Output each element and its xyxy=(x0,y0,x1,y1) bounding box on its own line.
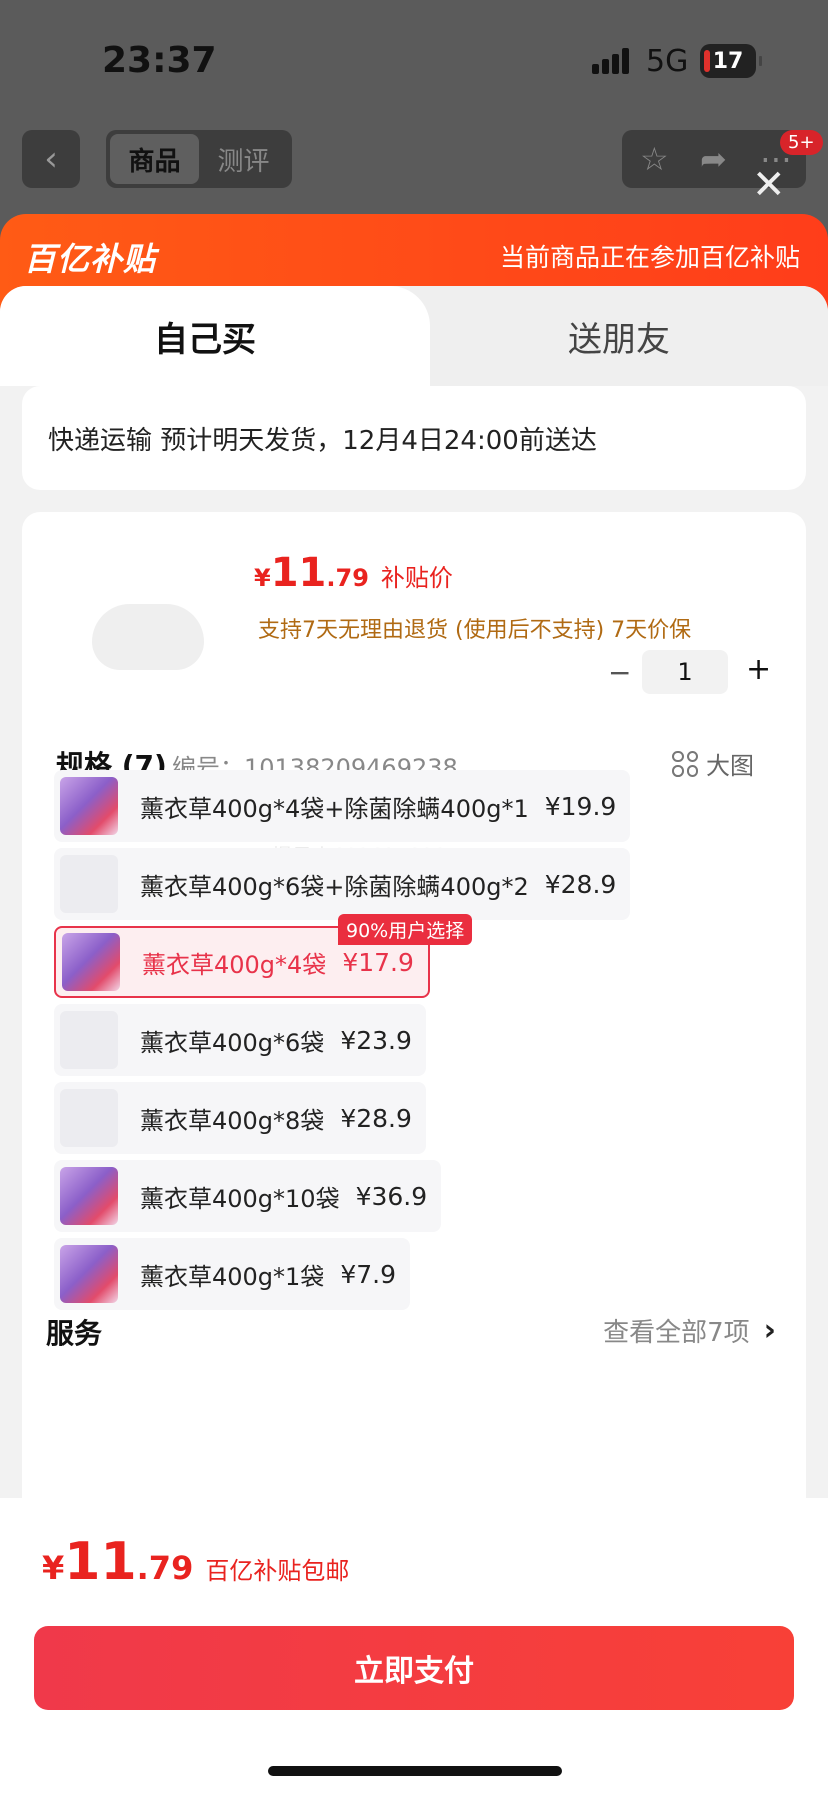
option-label: 薰衣草400g*1袋 xyxy=(140,1262,325,1291)
total-integer: 11 xyxy=(64,1532,137,1592)
service-label: 服务 xyxy=(46,1317,103,1350)
option-thumbnail xyxy=(60,1245,118,1303)
notification-badge: 5+ xyxy=(780,130,823,155)
option-price: ¥28.9 xyxy=(544,869,617,899)
chevron-left-icon: ‹ xyxy=(44,139,58,179)
signal-icon xyxy=(592,48,630,74)
star-icon[interactable]: ☆ xyxy=(640,140,669,178)
quantity-decrease-button[interactable]: − xyxy=(608,656,631,689)
big-view-button[interactable]: 大图 xyxy=(672,746,754,781)
option-price: ¥23.9 xyxy=(340,1025,412,1055)
option-price: ¥28.9 xyxy=(340,1103,412,1133)
return-policy: 支持7天无理由退货 (使用后不支持) 7天价保 xyxy=(258,618,692,643)
dimmed-header: 23:37 5G 17 ‹ 商品 测评 ☆ ➦ ⋯ 5+ xyxy=(0,0,828,240)
option-price: ¥36.9 xyxy=(355,1181,428,1211)
tab-review[interactable]: 测评 xyxy=(199,134,288,184)
share-icon[interactable]: ➦ xyxy=(700,140,727,178)
subsidy-note: 当前商品正在参加百亿补贴 xyxy=(499,243,800,272)
grid-icon xyxy=(672,750,698,777)
price-integer: 11 xyxy=(270,550,327,596)
big-view-label: 大图 xyxy=(706,752,754,780)
product-image-placeholder xyxy=(92,604,204,670)
option-thumbnail xyxy=(62,933,120,991)
price-currency: ¥ xyxy=(254,564,271,592)
service-view-all-label: 查看全部7项 xyxy=(603,1318,750,1348)
spec-option-selected[interactable]: 薰衣草400g*4袋 ¥17.9 90%用户选择 xyxy=(54,914,473,998)
tab-send-friend[interactable]: 送朋友 xyxy=(410,286,828,386)
price-decimal: .79 xyxy=(326,564,369,592)
tab-buy-self[interactable]: 自己买 xyxy=(0,286,430,386)
option-label: 薰衣草400g*4袋 xyxy=(142,950,327,979)
quantity-input[interactable]: 1 xyxy=(642,650,728,694)
option-label: 薰衣草400g*8袋 xyxy=(140,1106,325,1135)
pay-now-button[interactable]: 立即支付 xyxy=(34,1626,794,1710)
option-label: 薰衣草400g*10袋 xyxy=(140,1184,340,1213)
total-label: 百亿补贴包邮 xyxy=(205,1557,350,1585)
battery-icon: 17 xyxy=(700,44,762,78)
total-price: ¥ 11 .79 百亿补贴包邮 xyxy=(42,1532,349,1592)
service-view-all[interactable]: 查看全部7项 › xyxy=(603,1312,776,1349)
subsidy-logo: 百亿补贴 xyxy=(24,240,157,278)
tab-product[interactable]: 商品 xyxy=(110,134,199,184)
total-currency: ¥ xyxy=(42,1549,65,1587)
option-price: ¥17.9 xyxy=(342,947,414,977)
option-label: 薰衣草400g*6袋 xyxy=(140,1028,325,1057)
option-price: ¥19.9 xyxy=(544,791,617,821)
spec-option[interactable]: 薰衣草400g*6袋+除菌除螨400g*2 ¥28.9 xyxy=(54,848,631,920)
delivery-info: 快递运输 预计明天发货，12月4日24:00前送达 xyxy=(22,386,806,490)
back-button[interactable]: ‹ xyxy=(22,130,80,188)
option-thumbnail xyxy=(60,1089,118,1147)
option-label: 薰衣草400g*4袋+除菌除螨400g*1 xyxy=(140,794,529,823)
option-label: 薰衣草400g*6袋+除菌除螨400g*2 xyxy=(140,872,529,901)
top-tabs: 商品 测评 xyxy=(106,130,292,188)
option-price: ¥7.9 xyxy=(340,1259,396,1289)
chevron-right-icon: › xyxy=(763,1313,776,1348)
close-icon[interactable]: ✕ xyxy=(752,162,786,208)
spec-option[interactable]: 薰衣草400g*4袋+除菌除螨400g*1 ¥19.9 xyxy=(54,770,631,842)
network-label: 5G xyxy=(646,44,689,79)
option-thumbnail xyxy=(60,1167,118,1225)
quantity-increase-button[interactable]: + xyxy=(746,652,771,687)
checkout-bar: ¥ 11 .79 百亿补贴包邮 立即支付 xyxy=(0,1498,828,1796)
total-decimal: .79 xyxy=(136,1549,194,1587)
price-label: 补贴价 xyxy=(380,564,453,592)
option-thumbnail xyxy=(60,777,118,835)
spec-option[interactable]: 薰衣草400g*10袋 ¥36.9 xyxy=(54,1160,442,1232)
popular-choice-badge: 90%用户选择 xyxy=(338,914,473,945)
status-time: 23:37 xyxy=(102,40,217,81)
option-thumbnail xyxy=(60,855,118,913)
mode-tabs: 送朋友 自己买 xyxy=(0,286,828,386)
spec-option[interactable]: 薰衣草400g*8袋 ¥28.9 xyxy=(54,1082,426,1154)
spec-option[interactable]: 薰衣草400g*6袋 ¥23.9 xyxy=(54,1004,426,1076)
spec-option[interactable]: 薰衣草400g*1袋 ¥7.9 xyxy=(54,1238,410,1310)
subsidy-price: ¥ 11 .79 补贴价 xyxy=(254,550,453,596)
option-thumbnail xyxy=(60,1011,118,1069)
home-indicator xyxy=(268,1766,562,1776)
